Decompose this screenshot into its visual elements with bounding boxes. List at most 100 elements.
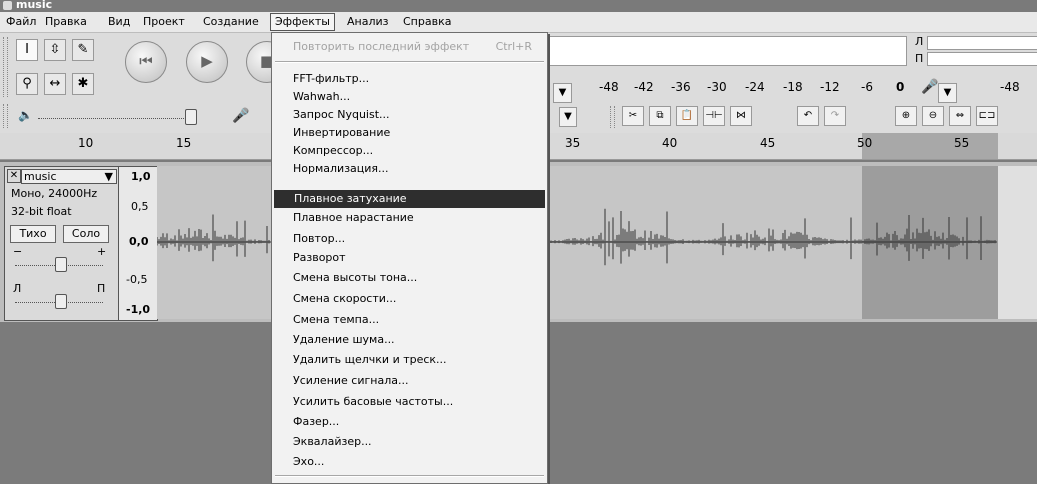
menu-item-amplify[interactable]: Усиление сигнала...	[273, 372, 546, 390]
track-bitdepth: 32-bit float	[11, 205, 72, 218]
gain-minus-label: −	[13, 245, 23, 258]
undo-icon[interactable]: ↶	[797, 106, 819, 126]
menu-bar: Файл Правка Вид Проект Создание Эффекты …	[0, 12, 1037, 33]
fit-selection-icon[interactable]: ⇔	[949, 106, 971, 126]
menu-item-fade-in[interactable]: Плавное нарастание	[273, 209, 546, 227]
meter-tick: -36	[671, 80, 691, 94]
menu-item-phaser[interactable]: Фазер...	[273, 413, 546, 431]
track-control-panel: ✕ music ▼ Моно, 24000Hz 32-bit float Тих…	[4, 166, 120, 321]
ruler-selection	[862, 133, 998, 159]
paste-icon[interactable]: 📋	[676, 106, 698, 126]
scale-label: 0,5	[131, 200, 149, 213]
menu-item-echo[interactable]: Эхо...	[273, 453, 546, 471]
multi-tool-icon[interactable]: ✱	[72, 73, 94, 95]
zoom-out-icon[interactable]: ⊖	[922, 106, 944, 126]
toolbar-grip[interactable]	[3, 37, 8, 97]
menu-analyze[interactable]: Анализ	[343, 14, 393, 30]
play-button[interactable]: ▶	[186, 41, 228, 83]
shortcut-label: Ctrl+R	[495, 40, 532, 53]
skip-start-icon: ⏮	[139, 52, 153, 70]
mute-button[interactable]: Тихо	[10, 225, 56, 243]
ruler-tick: 40	[662, 136, 678, 150]
play-icon: ▶	[201, 52, 213, 70]
menu-file[interactable]: Файл	[2, 14, 40, 30]
amplitude-scale: 1,0 0,5 0,0 -0,5 -1,0	[118, 166, 158, 321]
track-name-dropdown[interactable]: music ▼	[21, 169, 117, 184]
waveform-empty-area[interactable]	[998, 166, 1037, 319]
menu-item-reverse[interactable]: Разворот	[273, 249, 546, 267]
menu-item-change-tempo[interactable]: Смена темпа...	[273, 311, 546, 329]
menu-item-nyquist-prompt[interactable]: Запрос Nyquist...	[273, 106, 546, 124]
speaker-icon: 🔈	[18, 108, 33, 122]
close-track-icon[interactable]: ✕	[7, 169, 21, 183]
playback-volume-slider[interactable]	[38, 118, 188, 119]
solo-button[interactable]: Соло	[63, 225, 109, 243]
edit-toolbar-grip[interactable]	[610, 106, 615, 128]
status-field	[547, 36, 907, 66]
menu-generate[interactable]: Создание	[199, 14, 263, 30]
menu-item-equalization[interactable]: Эквалайзер...	[273, 433, 546, 451]
playback-volume-thumb[interactable]	[185, 109, 197, 125]
record-meter-dropdown[interactable]: ▼	[938, 83, 957, 103]
meter-tick: -42	[634, 80, 654, 94]
copy-icon[interactable]: ⧉	[649, 106, 671, 126]
envelope-tool-icon[interactable]: ⇳	[44, 39, 66, 61]
menu-item-repeat[interactable]: Повтор...	[273, 230, 546, 248]
meter-tick: 0	[896, 80, 905, 94]
zoom-tool-icon[interactable]: ⚲	[16, 73, 38, 95]
trim-icon[interactable]: ⊣⊢	[703, 106, 725, 126]
chevron-down-icon: ▼	[104, 170, 113, 183]
timeshift-tool-icon[interactable]: ↔	[44, 73, 66, 95]
menu-item-label: Повторить последний эффект	[293, 40, 470, 53]
app-icon	[3, 1, 12, 10]
scale-label: -1,0	[126, 303, 151, 316]
menu-item-repeat-last-effect[interactable]: Повторить последний эффект Ctrl+R	[273, 38, 546, 56]
menu-item-change-pitch[interactable]: Смена высоты тона...	[273, 269, 546, 287]
meter-label-right: П	[915, 52, 924, 65]
input-source-dropdown[interactable]: ▼	[559, 107, 577, 127]
skip-start-button[interactable]: ⏮	[125, 41, 167, 83]
menu-item-click-removal[interactable]: Удалить щелчки и треск...	[273, 351, 546, 369]
scale-label: 1,0	[131, 170, 151, 183]
meter-tick: -6	[861, 80, 873, 94]
scale-label: -0,5	[126, 273, 148, 286]
menu-item-fft-filter[interactable]: FFT-фильтр...	[273, 70, 546, 88]
track-name: music	[24, 170, 57, 183]
menu-edit[interactable]: Правка	[41, 14, 91, 30]
menu-item-noise-removal[interactable]: Удаление шума...	[273, 331, 546, 349]
menu-help[interactable]: Справка	[399, 14, 455, 30]
fit-project-icon[interactable]: ⊏⊐	[976, 106, 998, 126]
meter-bar-left	[927, 36, 1037, 50]
meter-tick: -30	[707, 80, 727, 94]
menu-item-fade-out[interactable]: Плавное затухание	[274, 190, 545, 208]
menu-item-change-speed[interactable]: Смена скорости...	[273, 290, 546, 308]
menu-project[interactable]: Проект	[139, 14, 189, 30]
menu-view[interactable]: Вид	[104, 14, 134, 30]
menu-item-invert[interactable]: Инвертирование	[273, 124, 546, 142]
meter-bar-right	[927, 52, 1037, 66]
menu-item-wahwah[interactable]: Wahwah...	[273, 88, 546, 106]
redo-icon[interactable]: ↷	[824, 106, 846, 126]
draw-tool-icon[interactable]: ✎	[72, 39, 94, 61]
scale-label: 0,0	[129, 235, 149, 248]
pan-left-label: Л	[13, 282, 22, 295]
zoom-in-icon[interactable]: ⊕	[895, 106, 917, 126]
menu-item-bass-boost[interactable]: Усилить басовые частоты...	[273, 393, 546, 411]
meter-tick: -48	[1000, 80, 1020, 94]
cut-icon[interactable]: ✂	[622, 106, 644, 126]
selection-tool-icon[interactable]: I	[16, 39, 38, 61]
pan-slider-thumb[interactable]	[55, 294, 67, 309]
playback-meter-dropdown[interactable]: ▼	[553, 83, 572, 103]
mixer-grip[interactable]	[3, 104, 8, 128]
meter-tick: -18	[783, 80, 803, 94]
meter-tick: -12	[820, 80, 840, 94]
silence-icon[interactable]: ⋈	[730, 106, 752, 126]
menu-item-normalize[interactable]: Нормализация...	[273, 160, 546, 178]
ruler-tick: 35	[565, 136, 581, 150]
ruler-tick: 10	[78, 136, 94, 150]
ruler-tick: 55	[954, 136, 970, 150]
gain-slider-thumb[interactable]	[55, 257, 67, 272]
title-bar: music	[0, 0, 1037, 12]
menu-item-compressor[interactable]: Компрессор...	[273, 142, 546, 160]
menu-effects[interactable]: Эффекты	[270, 13, 335, 31]
